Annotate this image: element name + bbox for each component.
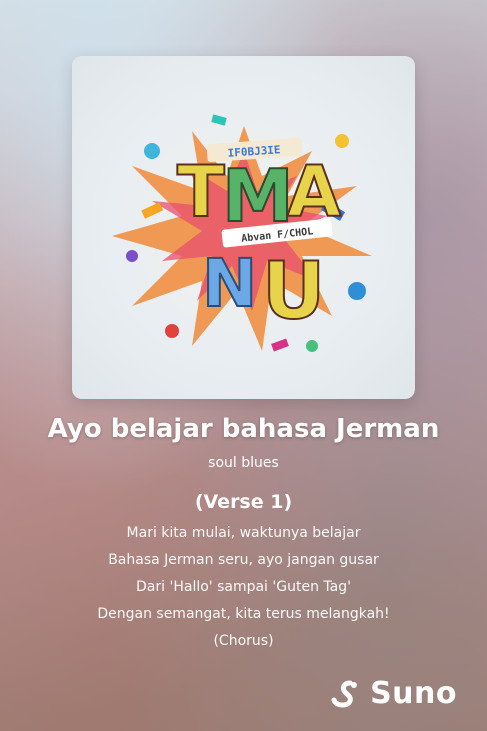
- cover-letter-u: U: [262, 247, 325, 337]
- lyrics-line: (Chorus): [213, 633, 274, 649]
- cover-letter-t: T: [177, 151, 225, 233]
- album-cover: IF0BJ3IE T M A Abvan F/CHOL N U: [72, 56, 415, 399]
- suno-wordmark: Suno: [370, 676, 457, 711]
- lyrics-line: Mari kita mulai, waktunya belajar: [126, 525, 361, 541]
- song-title: Ayo belajar bahasa Jerman: [47, 414, 440, 444]
- song-genre: soul blues: [208, 455, 279, 471]
- lyrics-heading: (Verse 1): [194, 491, 293, 513]
- lyrics-block: (Verse 1) Mari kita mulai, waktunya bela…: [0, 490, 487, 655]
- album-cover-artwork: IF0BJ3IE T M A Abvan F/CHOL N U: [112, 114, 372, 352]
- lyrics-line: Dengan semangat, kita terus melangkah!: [97, 606, 390, 622]
- suno-brand: Suno: [330, 676, 457, 711]
- lyrics-line: Bahasa Jerman seru, ayo jangan gusar: [108, 552, 379, 568]
- suno-logo-icon: [331, 680, 358, 708]
- lyrics-line: Dari 'Hallo' sampai 'Guten Tag': [136, 579, 351, 595]
- cover-letter-n: N: [202, 245, 257, 322]
